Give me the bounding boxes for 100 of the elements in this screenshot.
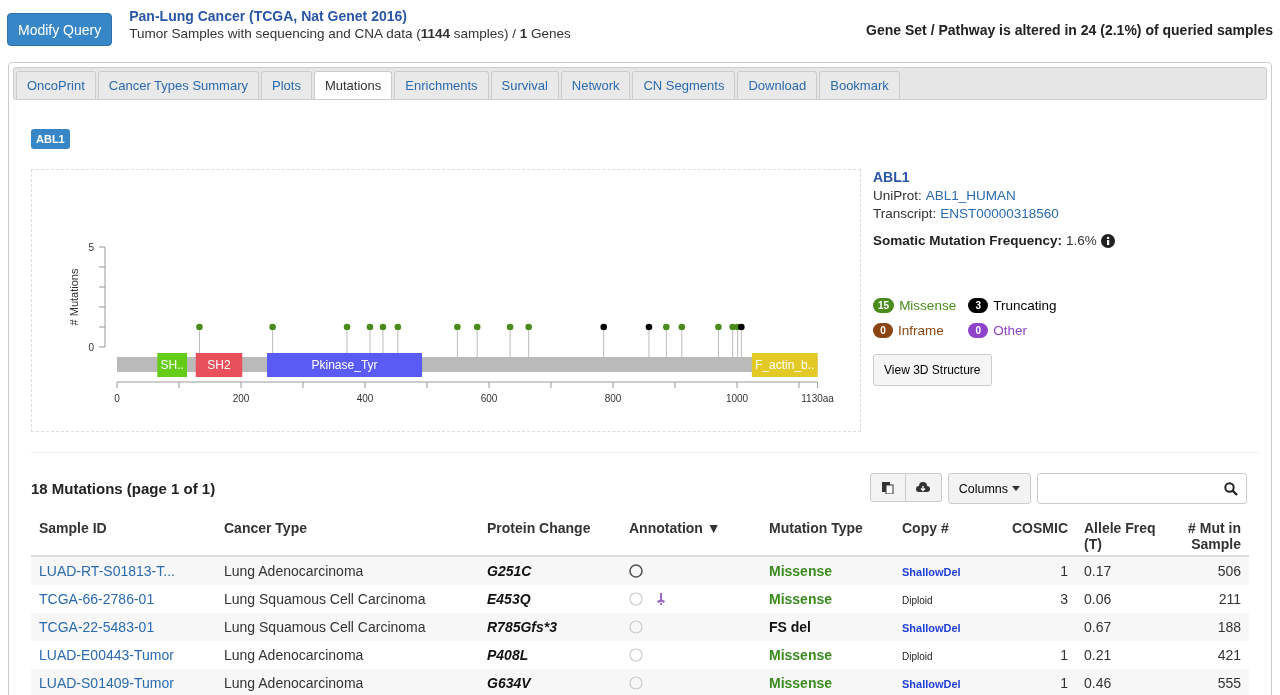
count-badge: 15 (873, 298, 895, 313)
sample-id-link[interactable]: LUAD-S01409-Tumor (39, 675, 174, 691)
table-cell: 1 (1001, 641, 1076, 669)
legend-label: Other (993, 323, 1027, 338)
copy-number-label: ShallowDel (902, 678, 961, 690)
cloud-download-icon (916, 482, 931, 493)
frequency-label: Somatic Mutation Frequency: (873, 233, 1063, 248)
legend-item[interactable]: 3 Truncating (968, 298, 1057, 313)
gene-tag[interactable]: ABL1 (31, 129, 70, 149)
table-cell: Missense (761, 556, 894, 585)
stem-line (648, 330, 650, 358)
info-icon[interactable] (1100, 233, 1115, 248)
tab[interactable]: Enrichments (394, 71, 489, 99)
tab[interactable]: Mutations (313, 71, 393, 99)
table-cell: 0.46 (1076, 669, 1166, 695)
tick-label: 0 (88, 342, 94, 353)
table-cell: Lung Squamous Cell Carcinoma (216, 613, 479, 641)
stem-line (509, 330, 511, 358)
legend-item[interactable]: 0 Inframe (873, 323, 957, 338)
count-badge: 3 (968, 298, 989, 313)
domain-label: SH2 (207, 358, 231, 372)
stem-line (476, 330, 478, 358)
stem-line (603, 330, 605, 358)
table-cell: 3 (1001, 585, 1076, 613)
clipboard-icon (881, 481, 894, 494)
tab[interactable]: OncoPrint (16, 71, 96, 99)
table-cell: G634V (479, 669, 621, 695)
tab[interactable]: Cancer Types Summary (97, 71, 259, 99)
gene-name-link[interactable]: ABL1 (873, 169, 910, 185)
table-cell: P408L (479, 641, 621, 669)
tick-label: 600 (480, 393, 498, 404)
sample-id-link[interactable]: LUAD-E00443-Tumor (39, 647, 174, 663)
stem-line (732, 330, 734, 358)
sample-id-link[interactable]: TCGA-22-5483-01 (39, 619, 155, 635)
table-cell: Lung Adenocarcinoma (216, 669, 479, 695)
legend-item[interactable]: 0 Other (968, 323, 1057, 338)
tab[interactable]: Plots (261, 71, 312, 99)
table-cell: 0.17 (1076, 556, 1166, 585)
table-cell: 555 (1166, 669, 1249, 695)
legend-label: Missense (899, 298, 957, 313)
search-field[interactable] (1037, 473, 1247, 504)
copy-number-label: Diploid (902, 595, 933, 606)
tab[interactable]: CN Segments (632, 71, 736, 99)
tab[interactable]: Survival (490, 71, 559, 99)
table-cell: Lung Adenocarcinoma (216, 556, 479, 585)
frequency-value: 1.6% (1066, 233, 1097, 248)
uniprot-link[interactable]: ABL1_HUMAN (925, 188, 1016, 203)
caret-icon (1012, 486, 1020, 491)
table-cell: Missense (761, 669, 894, 695)
table-cell: FS del (761, 613, 894, 641)
table-cell: 1 (1001, 556, 1076, 585)
table-cell: 421 (1166, 641, 1249, 669)
view-3d-structure-button[interactable]: View 3D Structure (873, 354, 992, 386)
search-icon (1224, 481, 1238, 496)
table-title: 18 Mutations (page 1 of 1) (31, 480, 216, 497)
sample-id-link[interactable]: TCGA-66-2786-01 (39, 591, 155, 607)
axis-title: # Mutations (68, 268, 80, 326)
legend-label: Inframe (898, 323, 944, 338)
copy-number-label: ShallowDel (902, 566, 961, 578)
stem-line (681, 330, 683, 358)
copy-button[interactable] (869, 473, 906, 502)
transcript-link[interactable]: ENST00000318560 (940, 206, 1059, 221)
table-cell: 211 (1166, 585, 1249, 613)
table-cell: Missense (761, 641, 894, 669)
legend-label: Truncating (993, 298, 1057, 313)
table-cell: 0.06 (1076, 585, 1166, 613)
domain-label: Pkinase_Tyr (311, 358, 378, 372)
legend-item[interactable]: 15 Missense (873, 298, 957, 313)
study-title-link[interactable]: Pan-Lung Cancer (TCGA, Nat Genet 2016) (129, 8, 571, 24)
tick-label: 1130aa (801, 393, 834, 404)
domain-label: SH.. (160, 358, 184, 372)
table-cell: Missense (761, 585, 894, 613)
copy-number-label: ShallowDel (902, 622, 961, 634)
copy-number-label: Diploid (902, 651, 933, 662)
stem-line (717, 330, 719, 358)
transcript-label: Transcript: (873, 206, 937, 221)
table-cell: 506 (1166, 556, 1249, 585)
tick-label: 200 (232, 393, 250, 404)
tick-label: 1000 (725, 393, 749, 404)
table-cell: R785Gfs*3 (479, 613, 621, 641)
table-cell: G251C (479, 556, 621, 585)
tab[interactable]: Network (560, 71, 631, 99)
tick-label: 5 (88, 242, 94, 253)
table-cell: 188 (1166, 613, 1249, 641)
count-badge: 0 (873, 323, 893, 338)
sample-id-link[interactable]: LUAD-RT-S01813-T... (39, 563, 175, 579)
tab[interactable]: Bookmark (819, 71, 900, 99)
download-button[interactable] (905, 473, 942, 502)
tick-label: 400 (356, 393, 374, 404)
stem-line (528, 330, 530, 358)
modify-query-button[interactable]: Modify Query (7, 13, 113, 46)
stem-line (665, 330, 667, 358)
uniprot-label: UniProt: (873, 188, 922, 203)
count-badge: 0 (968, 323, 989, 338)
tick-label: 800 (604, 393, 622, 404)
table-cell: 0.21 (1076, 641, 1166, 669)
table-cell: 1 (1001, 669, 1076, 695)
columns-dropdown[interactable]: Columns (947, 473, 1031, 504)
tab[interactable]: Download (737, 71, 818, 99)
table-cell: Lung Squamous Cell Carcinoma (216, 585, 479, 613)
